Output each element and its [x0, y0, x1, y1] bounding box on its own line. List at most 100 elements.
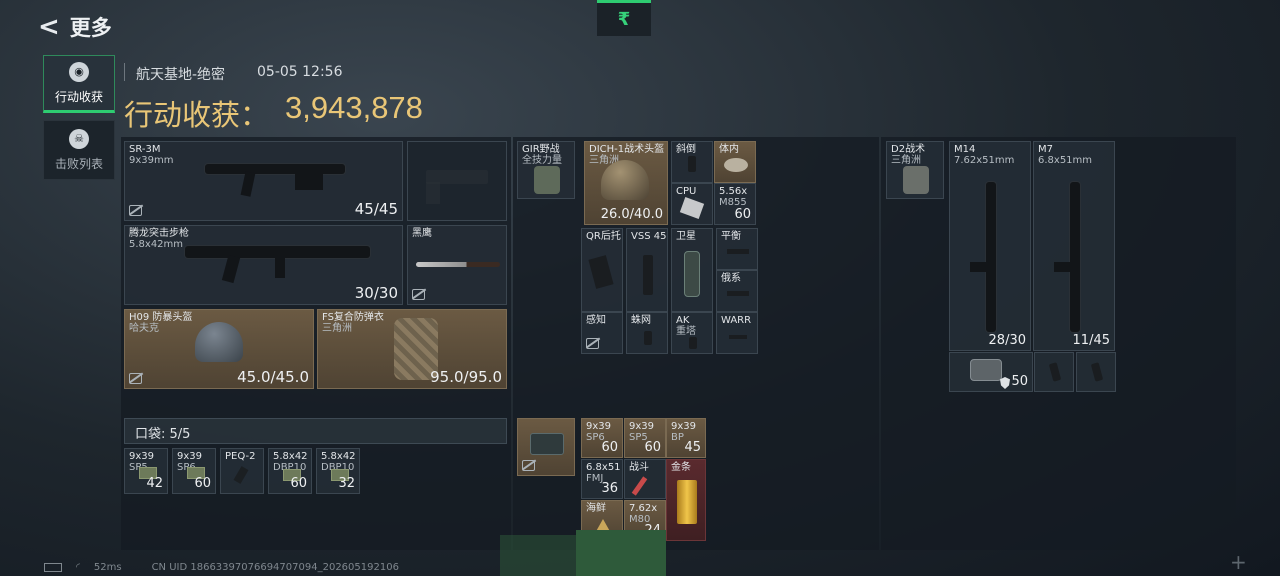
item-icon: [644, 331, 652, 345]
item-count: 45: [684, 440, 701, 455]
item-name: 平衡: [721, 231, 741, 242]
item-maker: 哈夫克: [129, 323, 159, 334]
gold-bar-icon: [677, 480, 697, 524]
rifle-icon: [986, 182, 996, 332]
rig-item[interactable]: WARR: [716, 312, 758, 354]
pocket-item[interactable]: PEQ-2: [220, 448, 264, 494]
ping-value: 52ms: [93, 562, 122, 573]
attachment-icon: [729, 335, 747, 339]
ammo-count: 28/30: [988, 333, 1026, 348]
item-name: 体内: [719, 144, 739, 155]
safe-weapon-slot[interactable]: M14 7.62x51mm 28/30: [949, 141, 1031, 351]
helmet-slot[interactable]: H09 防暴头盔 哈夫克 45.0/45.0: [124, 309, 314, 389]
pocket-count: 5/5: [169, 427, 191, 442]
currency-button[interactable]: ₹: [597, 0, 651, 36]
pocket-item[interactable]: 9x39 SP6 60: [172, 448, 216, 494]
pocket-item[interactable]: 9x39 SP5 42: [124, 448, 168, 494]
backpack-item[interactable]: 9x39 SP6 60: [581, 418, 623, 458]
battery-icon: [44, 563, 62, 572]
armor-plate-slot[interactable]: 50: [949, 352, 1033, 392]
rig-item[interactable]: 感知: [581, 312, 623, 354]
lock-icon: [412, 289, 425, 300]
item-name: 9x39: [177, 451, 203, 462]
magazine-icon: [643, 255, 653, 295]
rig-item[interactable]: 卫星: [671, 228, 713, 312]
item-name: AK: [676, 315, 690, 326]
laser-icon: [233, 466, 249, 484]
item-name: GIR野战: [522, 144, 560, 155]
item-icon: [724, 158, 748, 172]
currency-icon: ₹: [617, 9, 631, 30]
safe-box-slot[interactable]: D2战术 三角洲: [886, 141, 944, 199]
rig-item[interactable]: VSS 45: [626, 228, 668, 312]
backpack-item[interactable]: 6.8x51 FMJ 36: [581, 459, 623, 499]
backpack-item[interactable]: 战斗: [624, 459, 666, 499]
rig-item[interactable]: 体内: [714, 141, 756, 183]
safe-weapon-slot[interactable]: M7 6.8x51mm 11/45: [1033, 141, 1115, 351]
item-count: 60: [290, 476, 307, 491]
lock-icon: [129, 205, 142, 216]
tab-defeat-list[interactable]: ☠ 击败列表: [43, 120, 115, 180]
rig-item[interactable]: 平衡: [716, 228, 758, 270]
item-sub: 三角洲: [891, 155, 921, 166]
item-name: QR后托: [586, 231, 621, 242]
rig-item-helmet[interactable]: DICH-1战术头盔 三角洲 26.0/40.0: [584, 141, 668, 225]
loot-label: 行动收获：: [124, 98, 270, 132]
magazine-icon: [1090, 362, 1104, 382]
safe-item[interactable]: [1076, 352, 1116, 392]
cpu-icon: [679, 197, 705, 219]
backpack-slot[interactable]: [517, 418, 575, 476]
lock-icon: [586, 338, 599, 349]
item-count: 60: [194, 476, 211, 491]
armor-plate-icon: [970, 359, 1002, 381]
safe-item[interactable]: [1034, 352, 1074, 392]
satellite-phone-icon: [684, 251, 700, 297]
pistol-slot[interactable]: [407, 141, 507, 221]
rig-item[interactable]: AK 重塔: [671, 312, 713, 354]
helmet-icon: [601, 160, 649, 200]
item-name: 腾龙突击步枪: [129, 228, 189, 239]
backpack-icon: [530, 433, 564, 455]
chest-rig-slot[interactable]: GIR野战 全技力量: [517, 141, 575, 199]
back-button[interactable]: < 更多: [38, 12, 128, 42]
item-count: 36: [601, 481, 618, 496]
helmet-icon: [195, 322, 243, 362]
skull-icon: ☠: [69, 128, 89, 149]
tab-loot[interactable]: ◉ 行动收获: [43, 55, 115, 113]
pocket-item[interactable]: 5.8x42 DBP10 32: [316, 448, 360, 494]
rig-item[interactable]: 5.56x M855 60: [714, 183, 756, 225]
rig-item[interactable]: QR后托: [581, 228, 623, 312]
primary-weapon-slot[interactable]: SR-3M 9x39mm 45/45: [124, 141, 403, 221]
secondary-weapon-slot[interactable]: 腾龙突击步枪 5.8x42mm 30/30: [124, 225, 403, 305]
header-divider: [124, 63, 125, 81]
pocket-header: 口袋: 5/5: [124, 418, 507, 444]
item-name: 斜倒: [676, 144, 696, 155]
ammo-count: 11/45: [1072, 333, 1110, 348]
rig-item[interactable]: 斜倒: [671, 141, 713, 183]
raid-datetime: 05-05 12:56: [257, 64, 343, 80]
armor-slot[interactable]: FS复合防弹衣 三角洲 95.0/95.0: [317, 309, 507, 389]
item-name: 5.8x42: [273, 451, 308, 462]
tab-loot-label: 行动收获: [54, 89, 103, 104]
backpack-item-gold-bar[interactable]: 金条: [666, 459, 706, 541]
backpack-item[interactable]: 9x39 BP 45: [666, 418, 706, 458]
rifle-icon: [205, 164, 345, 174]
shield-icon: [1000, 377, 1010, 389]
attachment-icon: [727, 291, 749, 296]
loot-value: 3,943,878: [285, 90, 423, 125]
rig-item[interactable]: 俄系: [716, 270, 758, 312]
rifle-icon: [1070, 182, 1080, 332]
ammo-count: 45/45: [354, 200, 398, 218]
item-sub: 全技力量: [522, 155, 562, 166]
item-name: 6.8x51: [586, 462, 621, 473]
backpack-item[interactable]: 9x39 SP5 60: [624, 418, 666, 458]
rig-item[interactable]: 蛛网: [626, 312, 668, 354]
item-name: 5.56x: [719, 186, 748, 197]
melee-slot[interactable]: 黑鹰: [407, 225, 507, 305]
attachment-icon: [727, 249, 749, 254]
item-caliber: 6.8x51mm: [1038, 155, 1093, 166]
item-name: 9x39: [586, 421, 612, 432]
rig-icon: [534, 166, 560, 194]
pocket-item[interactable]: 5.8x42 DBP10 60: [268, 448, 312, 494]
rig-item[interactable]: CPU: [671, 183, 713, 225]
